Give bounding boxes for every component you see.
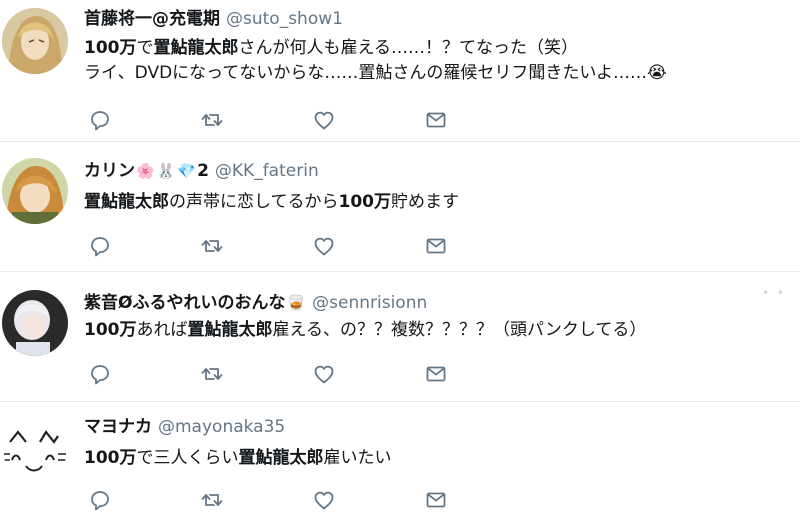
avatar[interactable] [2,158,68,224]
tweet-text-segment: さんが何人も雇える……！？てなった（笑） [238,38,579,58]
tweet-text-line: ライ、DVDになってないからな……置鮎さんの羅候セリフ聞きたいよ……😭 [84,61,667,86]
retweet-button[interactable] [200,234,226,258]
like-button[interactable] [312,488,338,512]
tweet-text: 100万で三人くらい置鮎龍太郎雇いたい [84,446,392,471]
tweet-text-segment: 置鮎龍太郎 [187,320,273,340]
tweet-text-segment: ライ、DVDになってないからな……置鮎さんの羅候セリフ聞きたいよ…… [84,63,647,83]
tweet-text-segment: 置鮎龍太郎 [153,38,239,58]
reply-button[interactable] [88,362,114,386]
like-button[interactable] [312,108,338,132]
like-icon [312,108,338,132]
tweet-actions [84,108,464,132]
tweet-text: 100万で置鮎龍太郎さんが何人も雇える……！？てなった（笑） ライ、DVDになって… [84,36,667,86]
tweet-1: 首藤将一@充電期 @suto_show1 100万で置鮎龍太郎さんが何人も雇える…… [0,0,800,140]
tweet-4: マヨナカ @mayonaka35 100万で三人くらい置鮎龍太郎雇いたい [0,402,800,514]
message-button[interactable] [424,488,450,512]
diamond-emoji-icon: 💎 [177,162,197,180]
tweet-header: カリン🌸 🐰 💎2 @KK_faterin [84,160,319,182]
reply-button[interactable] [88,488,114,512]
tweet-header: 首藤将一@充電期 @suto_show1 [84,8,343,30]
tweet-text-segment: 雇える、の？？複数？？？？（頭パンクしてる） [272,320,647,340]
user-handle[interactable]: @suto_show1 [226,9,343,29]
message-icon [424,234,450,258]
display-name-suffix: 2 [197,161,209,181]
tweet-text-segment: あれば [136,320,188,340]
like-button[interactable] [312,362,338,386]
tweet-text-segment: で三人くらい [136,448,239,468]
avatar[interactable] [2,414,68,480]
reply-icon [88,362,114,386]
tweet-text-segment: で [136,38,154,58]
tweet-text-segment: 置鮎龍太郎 [238,448,324,468]
message-button[interactable] [424,362,450,386]
tweet-text: 置鮎龍太郎の声帯に恋してるから100万貯めます [84,190,459,215]
tweet-2: カリン🌸 🐰 💎2 @KK_faterin 置鮎龍太郎の声帯に恋してるから100万貯め… [0,142,800,270]
tweet-text-line: 100万で置鮎龍太郎さんが何人も雇える……！？てなった（笑） [84,36,667,61]
user-handle[interactable]: @sennrisionn [312,293,427,313]
crying-emoji-icon: 😭 [646,63,667,83]
tweet-header: 紫音Øふるやれいのおんな🥃 @sennrisionn [84,292,427,314]
tweet-text-segment: の声帯に恋してるから [169,192,339,212]
user-handle[interactable]: @KK_faterin [215,161,319,181]
rabbit-emoji-icon: 🐰 [156,162,176,180]
reply-icon [88,488,114,512]
retweet-icon [200,234,226,258]
display-name[interactable]: 紫音Øふるやれいのおんな [84,293,285,313]
more-dots-icon[interactable]: • • [762,286,786,300]
tweet-actions [84,234,464,258]
tweet-text-segment: 100万 [84,448,137,468]
tweet-actions [84,362,464,386]
like-icon [312,362,338,386]
retweet-button[interactable] [200,108,226,132]
tweet-text-segment: 置鮎龍太郎 [84,192,169,212]
retweet-button[interactable] [200,488,226,512]
tweet-text: 100万あれば置鮎龍太郎雇える、の？？複数？？？？（頭パンクしてる） [84,318,646,343]
message-icon [424,488,450,512]
tweet-text-line: 100万あれば置鮎龍太郎雇える、の？？複数？？？？（頭パンクしてる） [84,318,646,343]
display-name[interactable]: 首藤将一@充電期 [84,9,220,29]
like-icon [312,234,338,258]
retweet-icon [200,488,226,512]
display-name[interactable]: カリン [84,161,135,181]
tweet-text-segment: 100万 [84,38,137,58]
message-button[interactable] [424,108,450,132]
retweet-icon [200,362,226,386]
reply-button[interactable] [88,108,114,132]
retweet-button[interactable] [200,362,226,386]
avatar[interactable] [2,8,68,74]
tweet-actions [84,488,464,512]
tweet-text-segment: 100万 [338,192,392,212]
reply-icon [88,234,114,258]
user-handle[interactable]: @mayonaka35 [158,417,285,437]
message-icon [424,108,450,132]
reply-button[interactable] [88,234,114,258]
sakura-emoji-icon: 🌸 [136,162,155,180]
like-button[interactable] [312,234,338,258]
whiskey-glass-emoji-icon: 🥃 [286,294,306,312]
tweet-text-segment: 貯めます [391,192,459,212]
tweet-text-segment: 雇いたい [323,448,392,468]
tweet-header: マヨナカ @mayonaka35 [84,416,285,438]
tweet-text-line: 100万で三人くらい置鮎龍太郎雇いたい [84,446,392,471]
message-button[interactable] [424,234,450,258]
avatar[interactable] [2,290,68,356]
tweet-text-line: 置鮎龍太郎の声帯に恋してるから100万貯めます [84,190,459,215]
message-icon [424,362,450,386]
like-icon [312,488,338,512]
display-name[interactable]: マヨナカ [84,417,152,437]
retweet-icon [200,108,226,132]
tweet-text-segment: 100万 [84,320,137,340]
tweet-3: 紫音Øふるやれいのおんな🥃 @sennrisionn • • 100万あれば置鮎龍… [0,272,800,400]
reply-icon [88,108,114,132]
